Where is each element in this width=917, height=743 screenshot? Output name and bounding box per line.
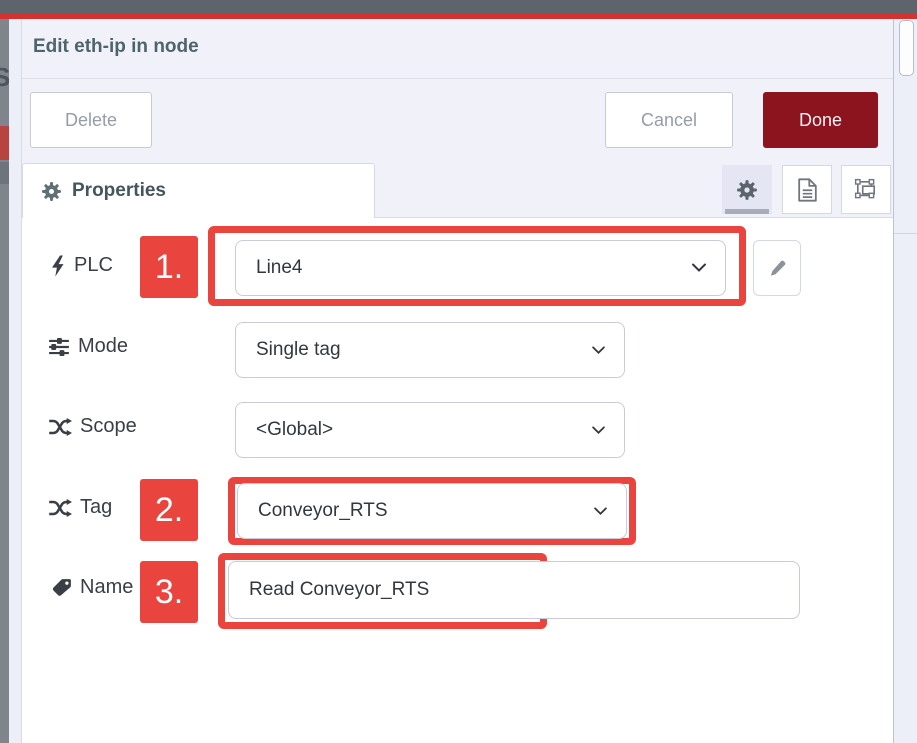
plc-select[interactable]: Line4 [235, 240, 726, 296]
document-icon [798, 178, 817, 202]
name-input[interactable] [228, 561, 800, 619]
sliders-icon [48, 337, 70, 357]
header-divider [22, 78, 893, 79]
bolt-icon [52, 255, 66, 277]
chevron-down-icon [591, 346, 606, 355]
annotation-badge-3: 3. [140, 561, 198, 623]
dialog-title: Edit eth-ip in node [33, 36, 199, 58]
appearance-view-button[interactable] [841, 165, 891, 214]
delete-button[interactable]: Delete [30, 92, 152, 148]
chevron-down-icon [593, 507, 608, 516]
plc-select-value: Line4 [256, 257, 303, 279]
annotation-badge-1: 1. [140, 236, 198, 298]
tag-field-label: Tag [48, 496, 112, 519]
edit-tray-edge [9, 19, 22, 743]
done-button[interactable]: Done [763, 92, 878, 148]
mode-select[interactable]: Single tag [235, 322, 625, 378]
plc-field-label: PLC [52, 254, 113, 277]
shuffle-icon [48, 418, 72, 436]
strip-divider [894, 233, 917, 234]
mode-field-label: Mode [48, 335, 128, 358]
tab-properties[interactable]: Properties [22, 163, 375, 218]
edit-node-dialog: Edit eth-ip in node Delete Cancel Done [22, 19, 893, 743]
tab-properties-label: Properties [72, 180, 166, 202]
tag-select[interactable]: Conveyor_RTS [237, 483, 627, 539]
active-tab-indicator [725, 209, 769, 214]
background-workspace: S [0, 19, 9, 743]
tag-select-value: Conveyor_RTS [258, 500, 388, 522]
scope-select[interactable]: <Global> [235, 402, 625, 458]
appearance-icon [854, 178, 878, 202]
description-view-button[interactable] [782, 165, 832, 214]
tag-icon [52, 578, 72, 598]
chevron-down-icon [591, 426, 606, 435]
edit-plc-config-button[interactable] [753, 240, 801, 296]
cancel-button[interactable]: Cancel [605, 92, 733, 148]
chevron-down-icon [691, 263, 707, 273]
shuffle-icon [48, 499, 72, 517]
scope-select-value: <Global> [256, 419, 333, 441]
annotation-badge-2: 2. [140, 479, 198, 541]
tabbar-underline [375, 217, 893, 218]
screen: S Edit eth-ip in node Delete Cancel Done [0, 0, 917, 743]
mode-select-value: Single tag [256, 339, 341, 361]
pencil-icon [768, 259, 787, 278]
properties-view-button[interactable] [722, 165, 772, 214]
gear-icon [736, 179, 758, 201]
browser-topbar [0, 0, 917, 14]
name-field-label: Name [52, 576, 133, 599]
background-node-fragment [0, 126, 9, 160]
gear-icon [41, 181, 62, 202]
background-text-fragment: S [0, 62, 9, 93]
scrollbar-track[interactable] [894, 19, 917, 743]
scrollbar-thumb[interactable] [899, 20, 914, 76]
background-node-fragment [0, 162, 9, 184]
scope-field-label: Scope [48, 415, 137, 438]
